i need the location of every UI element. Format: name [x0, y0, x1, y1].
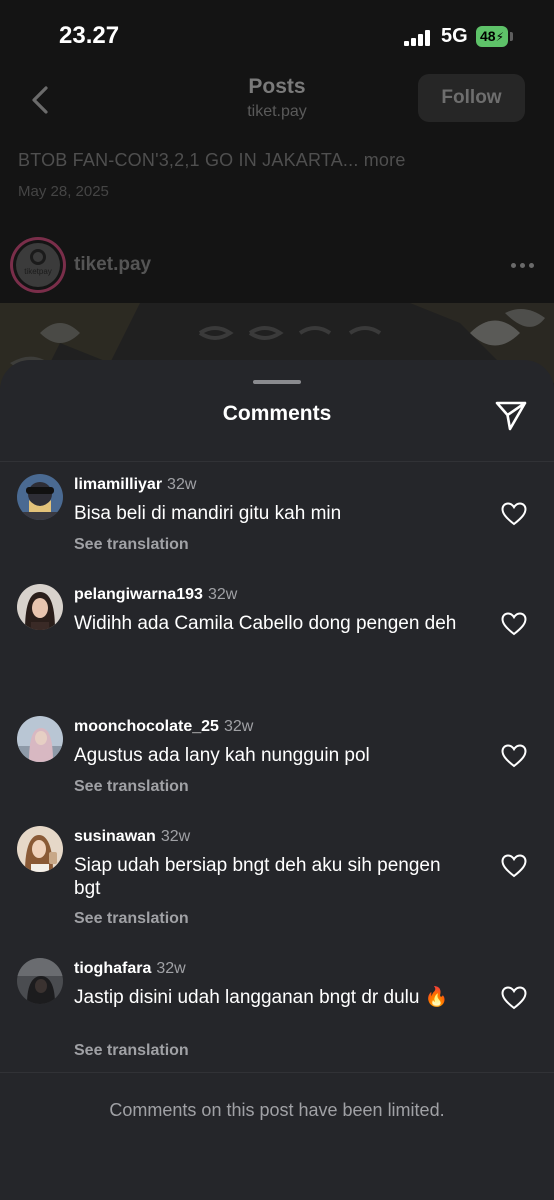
avatar[interactable] — [17, 826, 63, 872]
heart-icon[interactable] — [501, 986, 527, 1010]
page-header: Posts tiket.pay Follow — [0, 72, 554, 142]
comment-username[interactable]: susinawan — [74, 828, 156, 845]
post-caption-text: BTOB FAN-CON'3,2,1 GO IN JAKARTA... — [18, 150, 359, 170]
status-time: 23.27 — [59, 22, 120, 49]
status-bar: 23.27 5G 48⚡ — [0, 0, 554, 72]
comment-username[interactable]: tioghafara — [74, 960, 151, 977]
heart-icon[interactable] — [501, 612, 527, 636]
sheet-grabber[interactable] — [253, 380, 301, 384]
author-name[interactable]: tiket.pay — [74, 254, 151, 276]
comments-sheet: Comments limamilliyar 32w Bisa beli di ma… — [0, 360, 554, 1200]
comment-time: 32w — [223, 718, 254, 735]
see-translation-link[interactable]: See translation — [74, 910, 189, 928]
footer-divider — [0, 1072, 554, 1073]
post-author-row: tiketpay tiket.pay — [0, 235, 554, 295]
comments-limited-notice: Comments on this post have been limited. — [109, 1100, 445, 1120]
avatar[interactable] — [17, 716, 63, 762]
heart-icon[interactable] — [501, 854, 527, 878]
battery-icon: 48⚡ — [476, 26, 508, 47]
more-dots-icon[interactable] — [511, 263, 537, 269]
caption-more-link[interactable]: more — [364, 150, 406, 170]
see-translation-link[interactable]: See translation — [74, 778, 189, 796]
comment-text: Agustus ada lany kah nungguin pol — [74, 745, 370, 766]
follow-button[interactable]: Follow — [418, 74, 525, 122]
cellular-signal-icon — [404, 30, 434, 46]
header-divider — [0, 461, 554, 462]
comment-text: Bisa beli di mandiri gitu kah min — [74, 503, 342, 524]
battery-level: 48 — [480, 28, 496, 44]
post-date: May 28, 2025 — [18, 183, 109, 200]
comment-username[interactable]: pelangiwarna193 — [74, 586, 203, 603]
comment-text: Siap udah bersiap bngt deh aku sih penge… — [74, 855, 441, 899]
network-type: 5G — [441, 25, 468, 47]
share-send-icon[interactable] — [494, 398, 528, 432]
avatar[interactable] — [17, 474, 63, 520]
battery-tip — [510, 32, 513, 41]
sheet-title: Comments — [222, 402, 332, 425]
comment-time: 32w — [160, 828, 191, 845]
comment-time: 32w — [207, 586, 238, 603]
comment-username[interactable]: moonchocolate_25 — [74, 718, 219, 735]
post-caption: BTOB FAN-CON'3,2,1 GO IN JAKARTA... more — [18, 150, 406, 171]
avatar[interactable] — [17, 958, 63, 1004]
see-translation-link[interactable]: See translation — [74, 536, 189, 554]
see-translation-link[interactable]: See translation — [74, 1042, 189, 1060]
heart-icon[interactable] — [501, 502, 527, 526]
avatar[interactable] — [17, 584, 63, 630]
heart-icon[interactable] — [501, 744, 527, 768]
author-avatar[interactable]: tiketpay — [10, 237, 66, 293]
comment-text: Widihh ada Camila Cabello dong pengen de… — [74, 613, 457, 634]
tiketpay-logo: tiketpay — [16, 243, 60, 287]
comment-time: 32w — [156, 960, 186, 977]
comment-time: 32w — [167, 476, 197, 493]
comment-text: Jastip disini udah langganan bngt dr dul… — [74, 987, 449, 1008]
comment-username[interactable]: limamilliyar — [74, 476, 162, 493]
